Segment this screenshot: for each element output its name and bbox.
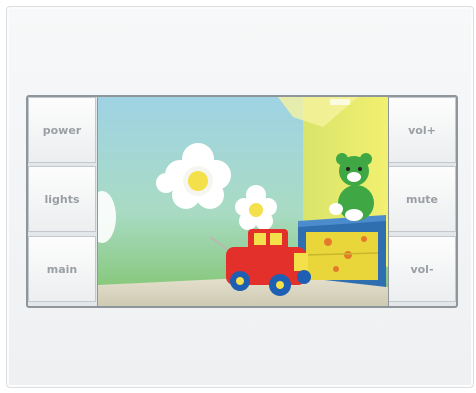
- volume-up-button[interactable]: vol+: [388, 97, 456, 163]
- main-button[interactable]: main: [28, 236, 96, 302]
- dresser: [298, 215, 386, 287]
- display-screen: [97, 97, 389, 306]
- volume-down-button[interactable]: vol-: [388, 236, 456, 302]
- childrens-room-image: [98, 97, 388, 306]
- power-button[interactable]: power: [28, 97, 96, 163]
- mute-button[interactable]: mute: [388, 166, 456, 232]
- lights-button[interactable]: lights: [28, 166, 96, 232]
